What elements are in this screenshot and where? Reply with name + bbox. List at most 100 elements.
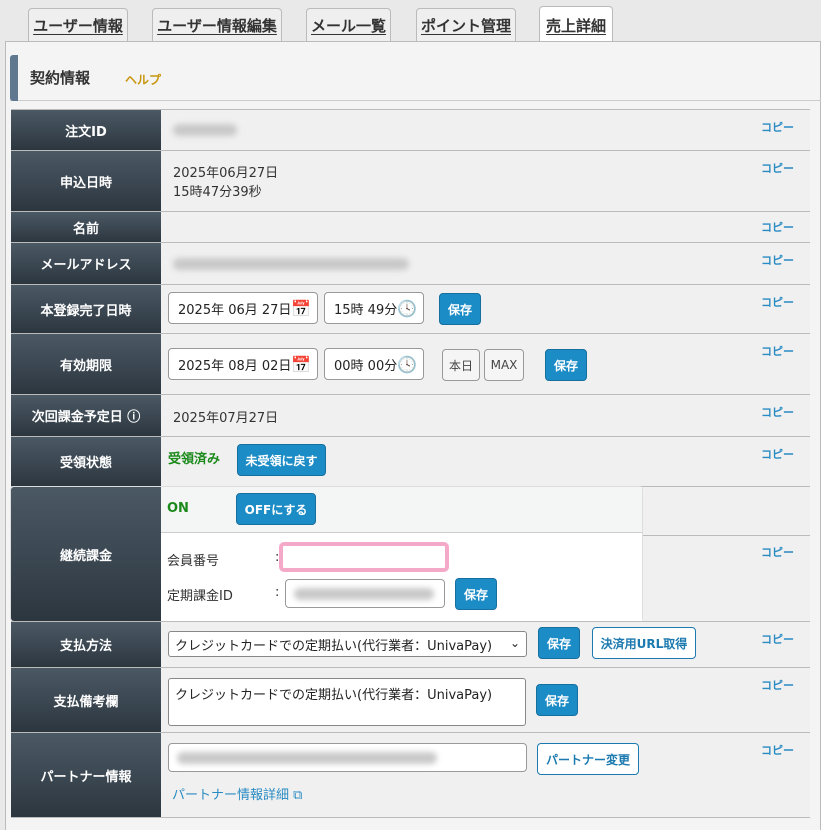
row-label: 継続課金	[11, 487, 161, 621]
copy-button[interactable]: コピー	[761, 160, 794, 176]
row-label: 次回課金予定日 ⓘ	[11, 395, 161, 436]
row-label: 本登録完了日時	[11, 285, 161, 333]
date-input[interactable]: 2025年 06月 27日 📅	[168, 292, 318, 324]
copy-button[interactable]: コピー	[761, 742, 794, 758]
row-value: 2025年 08月 02日 📅 00時 00分 🕓 本日 MAX 保存 コピー	[161, 334, 810, 394]
copy-button[interactable]: コピー	[761, 677, 794, 693]
receipt-status: 受領済み	[168, 452, 221, 467]
applied-time: 15時47分39秒	[173, 185, 262, 200]
row-applied-at: 申込日時 2025年06月27日 15時47分39秒 コピー	[11, 150, 810, 211]
row-label: 受領状態	[11, 437, 161, 486]
tab-mail-list[interactable]: メール一覧	[306, 8, 391, 42]
tab-label: ユーザー情報編集	[157, 17, 277, 35]
row-value: クレジットカードでの定期払い(代行業者：UnivaPay) ⌄ 保存 決済用URL…	[161, 622, 810, 667]
row-label: 有効期限	[11, 334, 161, 394]
copy-button[interactable]: コピー	[761, 404, 794, 420]
tab-user-info[interactable]: ユーザー情報	[28, 8, 128, 42]
partner-detail-link[interactable]: パートナー情報詳細 ⧉	[172, 784, 302, 803]
date-input-value: 2025年 06月 27日	[178, 302, 292, 318]
max-button[interactable]: MAX	[484, 349, 524, 381]
copy-button[interactable]: コピー	[761, 252, 794, 268]
recurring-billing-card: 継続課金 ON OFFにする 会員番号 : 定期課金ID : 保存	[11, 487, 642, 621]
row-next-billing: 次回課金予定日 ⓘ 2025年07月27日 コピー	[11, 394, 810, 436]
calendar-icon[interactable]: 📅	[291, 355, 311, 374]
row-value: 受領済み 未受領に戻す コピー	[161, 437, 810, 486]
row-value: パートナー変更 パートナー情報詳細 ⧉ コピー	[161, 733, 810, 817]
row-partner: パートナー情報 パートナー変更 パートナー情報詳細 ⧉ コピー	[11, 732, 810, 818]
row-payment-method: 支払方法 クレジットカードでの定期払い(代行業者：UnivaPay) ⌄ 保存 決…	[11, 621, 810, 667]
save-button[interactable]: 保存	[455, 578, 497, 610]
tab-point-management[interactable]: ポイント管理	[416, 8, 516, 42]
row-email: メールアドレス コピー	[11, 242, 810, 284]
applied-date: 2025年06月27日	[173, 166, 279, 181]
row-value: 2025年06月27日 15時47分39秒 コピー	[161, 151, 810, 211]
billing-id-label: 定期課金ID	[167, 589, 233, 604]
row-label: 支払備考欄	[11, 668, 161, 732]
link-label: パートナー情報詳細	[172, 788, 290, 803]
calendar-icon[interactable]: 📅	[291, 299, 311, 318]
info-icon[interactable]: ⓘ	[127, 406, 140, 425]
section-accent-bar	[10, 55, 18, 101]
clock-icon[interactable]: 🕓	[397, 355, 417, 374]
copy-button[interactable]: コピー	[761, 544, 794, 560]
member-number-label: 会員番号	[167, 554, 220, 569]
copy-button[interactable]: コピー	[761, 294, 794, 310]
time-input[interactable]: 00時 00分 🕓	[324, 348, 424, 380]
date-input[interactable]: 2025年 08月 02日 📅	[168, 348, 318, 380]
copy-button[interactable]: コピー	[761, 343, 794, 359]
row-registered-at: 本登録完了日時 2025年 06月 27日 📅 15時 49分 🕓 保存 コピー	[11, 284, 810, 333]
save-button[interactable]: 保存	[536, 684, 578, 716]
tab-user-edit[interactable]: ユーザー情報編集	[152, 8, 282, 42]
redacted-value	[173, 258, 409, 270]
time-input-value: 00時 00分	[334, 358, 398, 374]
row-value: コピー	[161, 110, 810, 150]
payment-note-textarea[interactable]: クレジットカードでの定期払い(代行業者：UnivaPay)	[168, 678, 526, 726]
time-input[interactable]: 15時 49分 🕓	[324, 292, 424, 324]
row-name: 名前 コピー	[11, 211, 810, 242]
save-button[interactable]: 保存	[439, 293, 481, 325]
payment-method-select[interactable]: クレジットカードでの定期払い(代行業者：UnivaPay) ⌄	[168, 631, 527, 657]
tab-label: ポイント管理	[420, 17, 511, 35]
recurring-fields: 会員番号 : 定期課金ID : 保存	[161, 533, 642, 621]
copy-button[interactable]: コピー	[761, 219, 794, 235]
row-label: 名前	[11, 212, 161, 242]
time-input-value: 15時 49分	[334, 302, 398, 318]
help-link[interactable]: ヘルプ	[125, 71, 161, 88]
section-title: 契約情報	[30, 69, 91, 87]
row-label-text: 次回課金予定日	[31, 410, 123, 425]
billing-id-input[interactable]	[285, 579, 445, 608]
get-payment-url-button[interactable]: 決済用URL取得	[592, 627, 696, 659]
row-value: コピー	[161, 243, 810, 284]
turn-off-button[interactable]: OFFにする	[236, 493, 316, 525]
row-value: 2025年 06月 27日 📅 15時 49分 🕓 保存 コピー	[161, 285, 810, 333]
row-expiry: 有効期限 2025年 08月 02日 📅 00時 00分 🕓 本日 MAX 保存 コ…	[11, 333, 810, 394]
section-header: 契約情報 ヘルプ	[10, 55, 821, 101]
row-label: 申込日時	[11, 151, 161, 211]
tab-sales-detail[interactable]: 売上詳細	[539, 6, 613, 43]
today-button[interactable]: 本日	[442, 349, 480, 381]
recurring-status-area: ON OFFにする	[161, 487, 642, 533]
copy-button[interactable]: コピー	[761, 119, 794, 135]
tab-label: メール一覧	[310, 17, 386, 35]
tab-label: 売上詳細	[545, 16, 606, 35]
copy-button[interactable]: コピー	[761, 631, 794, 647]
next-billing-date: 2025年07月27日	[173, 411, 279, 426]
partner-input[interactable]	[168, 743, 527, 772]
row-order-id: 注文ID コピー	[11, 109, 810, 150]
change-partner-button[interactable]: パートナー変更	[537, 743, 639, 775]
row-label: メールアドレス	[11, 243, 161, 284]
save-button[interactable]: 保存	[545, 349, 587, 381]
save-button[interactable]: 保存	[538, 627, 580, 659]
row-value: 2025年07月27日 コピー	[161, 395, 810, 436]
row-value: クレジットカードでの定期払い(代行業者：UnivaPay) 保存 コピー	[161, 668, 810, 732]
row-payment-note: 支払備考欄 クレジットカードでの定期払い(代行業者：UnivaPay) 保存 コ…	[11, 667, 810, 732]
colon: :	[275, 585, 280, 600]
revert-receipt-button[interactable]: 未受領に戻す	[237, 444, 326, 476]
external-link-icon: ⧉	[293, 788, 303, 803]
clock-icon[interactable]: 🕓	[397, 299, 417, 318]
date-input-value: 2025年 08月 02日	[178, 358, 292, 374]
copy-button[interactable]: コピー	[761, 446, 794, 462]
row-label: パートナー情報	[11, 733, 161, 817]
member-number-input[interactable]	[279, 542, 449, 572]
tab-bar: ユーザー情報 ユーザー情報編集 メール一覧 ポイント管理 売上詳細	[0, 0, 821, 43]
